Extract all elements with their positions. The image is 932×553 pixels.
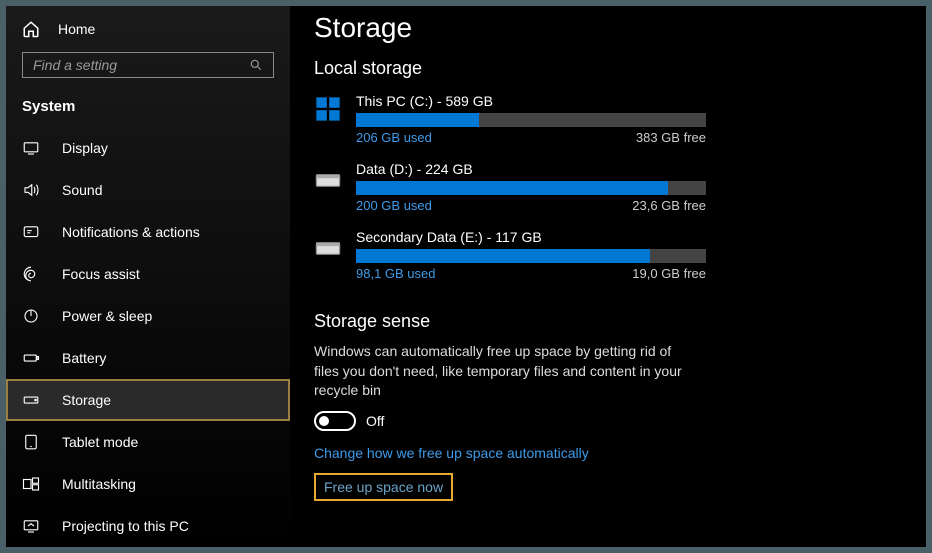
display-icon	[22, 139, 40, 157]
notifications-icon	[22, 223, 40, 241]
nav-list: Display Sound Notifications & actions Fo…	[6, 127, 290, 547]
free-up-now-link[interactable]: Free up space now	[314, 473, 453, 501]
page-title: Storage	[314, 12, 902, 44]
battery-icon	[22, 349, 40, 367]
drive-c-icon	[314, 95, 342, 123]
sidebar-item-sound[interactable]: Sound	[6, 169, 290, 211]
sidebar-item-label: Notifications & actions	[62, 224, 200, 240]
sidebar-item-focus[interactable]: Focus assist	[6, 253, 290, 295]
search-icon	[249, 58, 263, 72]
change-free-up-link[interactable]: Change how we free up space automaticall…	[314, 445, 589, 461]
drive-free: 23,6 GB free	[632, 198, 706, 213]
multitasking-icon	[22, 475, 40, 493]
drive-name: This PC (C:) - 589 GB	[356, 93, 706, 109]
home-label: Home	[58, 21, 95, 37]
drive-used: 206 GB used	[356, 130, 432, 145]
power-icon	[22, 307, 40, 325]
sidebar-item-notifications[interactable]: Notifications & actions	[6, 211, 290, 253]
drive-e-icon	[314, 231, 342, 259]
category-heading: System	[6, 88, 290, 127]
drive-name: Data (D:) - 224 GB	[356, 161, 706, 177]
drive-c-body: This PC (C:) - 589 GB 206 GB used 383 GB…	[356, 93, 706, 145]
sidebar-item-label: Power & sleep	[62, 308, 152, 324]
tablet-icon	[22, 433, 40, 451]
main-content: Storage Local storage This PC (C:) - 589…	[290, 6, 926, 547]
sidebar-item-label: Battery	[62, 350, 106, 366]
drive-name: Secondary Data (E:) - 117 GB	[356, 229, 706, 245]
storage-sense-description: Windows can automatically free up space …	[314, 342, 694, 401]
drive-row-c[interactable]: This PC (C:) - 589 GB 206 GB used 383 GB…	[314, 93, 902, 145]
sidebar-item-label: Sound	[62, 182, 102, 198]
drive-e-bar	[356, 249, 706, 263]
storage-sense-heading: Storage sense	[314, 311, 902, 332]
focus-icon	[22, 265, 40, 283]
drive-free: 383 GB free	[636, 130, 706, 145]
sidebar-item-label: Multitasking	[62, 476, 136, 492]
storage-icon	[22, 391, 40, 409]
storage-sense-toggle[interactable]	[314, 411, 356, 431]
sidebar-item-label: Projecting to this PC	[62, 518, 189, 534]
sidebar-item-tablet[interactable]: Tablet mode	[6, 421, 290, 463]
sound-icon	[22, 181, 40, 199]
sidebar-item-label: Focus assist	[62, 266, 140, 282]
storage-sense-toggle-row: Off	[314, 411, 902, 431]
sidebar: Home System Display Sound Notifications …	[6, 6, 290, 547]
local-storage-heading: Local storage	[314, 58, 902, 79]
drive-d-bar	[356, 181, 706, 195]
projecting-icon	[22, 517, 40, 535]
search-input[interactable]	[33, 57, 233, 73]
drive-used: 98,1 GB used	[356, 266, 436, 281]
sidebar-item-multitasking[interactable]: Multitasking	[6, 463, 290, 505]
sidebar-item-label: Display	[62, 140, 108, 156]
home-button[interactable]: Home	[6, 12, 290, 46]
drive-free: 19,0 GB free	[632, 266, 706, 281]
drive-row-d[interactable]: Data (D:) - 224 GB 200 GB used 23,6 GB f…	[314, 161, 902, 213]
drive-e-body: Secondary Data (E:) - 117 GB 98,1 GB use…	[356, 229, 706, 281]
sidebar-item-label: Tablet mode	[62, 434, 138, 450]
drive-d-body: Data (D:) - 224 GB 200 GB used 23,6 GB f…	[356, 161, 706, 213]
home-icon	[22, 20, 40, 38]
sidebar-item-storage[interactable]: Storage	[6, 379, 290, 421]
drive-used: 200 GB used	[356, 198, 432, 213]
settings-window: Home System Display Sound Notifications …	[6, 6, 926, 547]
search-input-container[interactable]	[22, 52, 274, 78]
drive-c-bar	[356, 113, 706, 127]
toggle-state-label: Off	[366, 413, 384, 429]
sidebar-item-battery[interactable]: Battery	[6, 337, 290, 379]
drive-row-e[interactable]: Secondary Data (E:) - 117 GB 98,1 GB use…	[314, 229, 902, 281]
sidebar-item-label: Storage	[62, 392, 111, 408]
drive-d-icon	[314, 163, 342, 191]
sidebar-item-display[interactable]: Display	[6, 127, 290, 169]
sidebar-item-power[interactable]: Power & sleep	[6, 295, 290, 337]
sidebar-item-projecting[interactable]: Projecting to this PC	[6, 505, 290, 547]
